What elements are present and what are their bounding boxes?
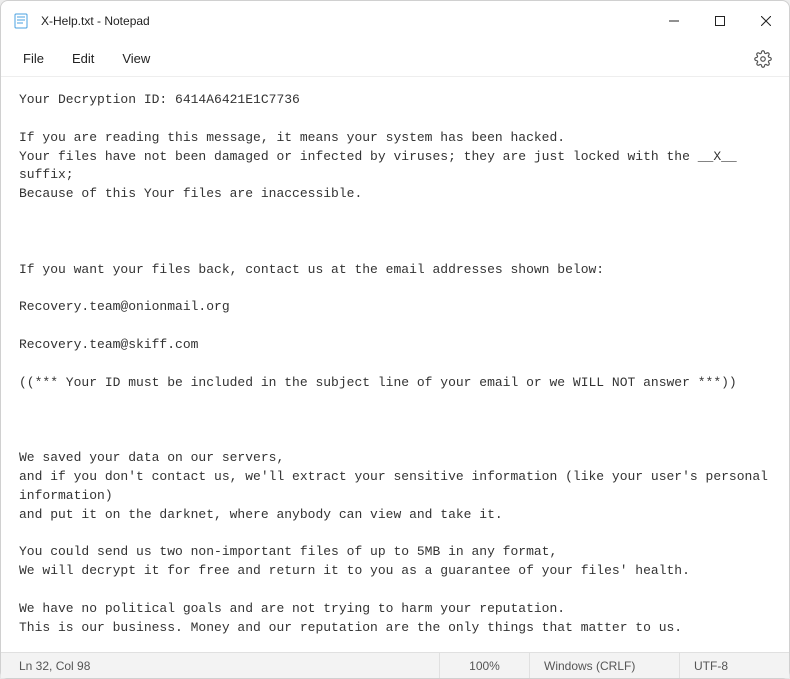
titlebar: X-Help.txt - Notepad xyxy=(1,1,789,41)
close-button[interactable] xyxy=(743,1,789,41)
settings-button[interactable] xyxy=(745,41,781,77)
menu-view[interactable]: View xyxy=(108,45,164,72)
maximize-button[interactable] xyxy=(697,1,743,41)
statusbar: Ln 32, Col 98 100% Windows (CRLF) UTF-8 xyxy=(1,652,789,678)
notepad-window: X-Help.txt - Notepad File Edit View Yo xyxy=(0,0,790,679)
text-area[interactable]: Your Decryption ID: 6414A6421E1C7736 If … xyxy=(1,77,789,652)
document-text: Your Decryption ID: 6414A6421E1C7736 If … xyxy=(19,92,776,652)
status-encoding: UTF-8 xyxy=(679,653,789,678)
menu-file[interactable]: File xyxy=(9,45,58,72)
notepad-icon xyxy=(13,13,29,29)
minimize-button[interactable] xyxy=(651,1,697,41)
status-zoom[interactable]: 100% xyxy=(439,653,529,678)
menu-edit[interactable]: Edit xyxy=(58,45,108,72)
status-position: Ln 32, Col 98 xyxy=(1,653,439,678)
status-lineending: Windows (CRLF) xyxy=(529,653,679,678)
window-title: X-Help.txt - Notepad xyxy=(41,14,150,28)
menubar: File Edit View xyxy=(1,41,789,77)
window-controls xyxy=(651,1,789,41)
